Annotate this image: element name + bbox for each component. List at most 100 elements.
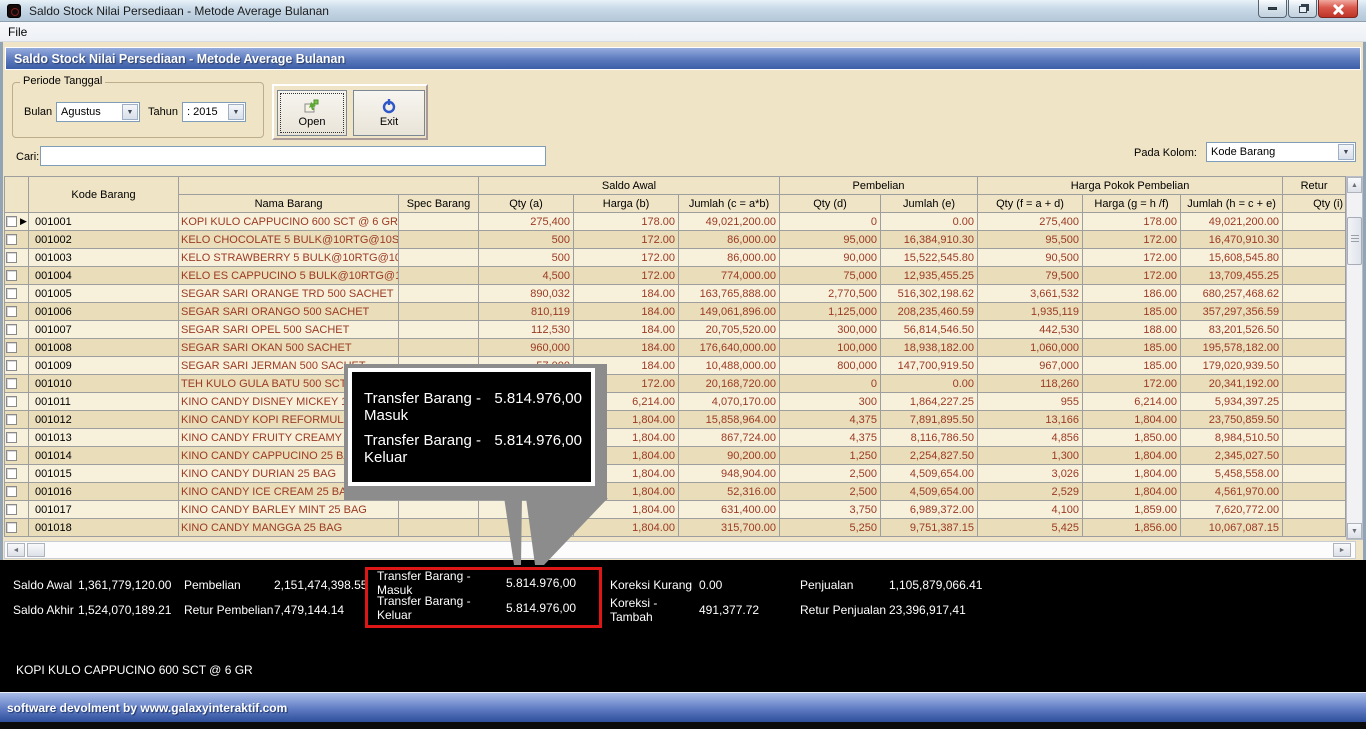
table-row[interactable]: 001013KINO CANDY FRUITY CREAMY 21,804.00… [5, 429, 1346, 447]
table-row[interactable]: 001006SEGAR SARI ORANGO 500 SACHET810,11… [5, 303, 1346, 321]
scroll-up-button[interactable]: ▲ [1347, 177, 1362, 193]
grid-cell: 1,856.00 [1083, 519, 1181, 537]
table-row[interactable]: 001009SEGAR SARI JERMAN 500 SACHET57,000… [5, 357, 1346, 375]
table-row[interactable]: 001010TEH KULO GULA BATU 500 SCT172.0020… [5, 375, 1346, 393]
pada-kolom-combobox[interactable]: Kode Barang ▼ [1206, 142, 1356, 162]
row-checkbox[interactable] [6, 432, 17, 443]
table-row[interactable]: 001011KINO CANDY DISNEY MICKEY 126,214.0… [5, 393, 1346, 411]
row-checkbox[interactable] [6, 378, 17, 389]
summary-item: Saldo Akhir1,524,070,189.21 [13, 597, 171, 622]
row-selector-cell[interactable] [5, 465, 29, 483]
summary-label: Retur Pembelian [184, 603, 274, 617]
row-selector-cell[interactable] [5, 393, 29, 411]
grid-cell: 6,989,372.00 [881, 501, 978, 519]
table-row[interactable]: 001018KINO CANDY MANGGA 25 BAG51,804.003… [5, 519, 1346, 537]
grid-cell: 001014 [29, 447, 179, 465]
form-header: Saldo Stock Nilai Persediaan - Metode Av… [5, 47, 1361, 70]
row-selector-cell[interactable] [5, 429, 29, 447]
row-selector-cell[interactable] [5, 483, 29, 501]
chevron-down-icon[interactable]: ▼ [1338, 144, 1354, 160]
col-header-jumlah-c: Jumlah (c = a*b) [679, 195, 780, 213]
row-selector-cell[interactable] [5, 267, 29, 285]
row-selector-cell[interactable] [5, 447, 29, 465]
table-row[interactable]: 001002KELO CHOCOLATE 5 BULK@10RTG@10SC50… [5, 231, 1346, 249]
row-checkbox[interactable] [6, 252, 17, 263]
table-row[interactable]: 001008SEGAR SARI OKAN 500 SACHET960,0001… [5, 339, 1346, 357]
table-row[interactable]: 001004KELO ES CAPPUCINO 5 BULK@10RTG@10S… [5, 267, 1346, 285]
chevron-down-icon[interactable]: ▼ [228, 104, 244, 120]
minimize-button[interactable] [1258, 0, 1287, 18]
table-row[interactable]: 001017KINO CANDY BARLEY MINT 25 BAG1,804… [5, 501, 1346, 519]
grid-cell: 172.00 [1083, 249, 1181, 267]
tahun-combobox[interactable]: : 2015 ▼ [182, 102, 246, 122]
grid-cell: 172.00 [1083, 267, 1181, 285]
grid-cell: 10,488,000.00 [679, 357, 780, 375]
horizontal-scroll-thumb[interactable] [27, 543, 45, 557]
row-checkbox[interactable] [6, 396, 17, 407]
row-checkbox[interactable] [6, 234, 17, 245]
open-button[interactable]: Open [277, 90, 347, 136]
bulan-combobox[interactable]: Agustus ▼ [56, 102, 140, 122]
grid-cell [399, 231, 479, 249]
grid-cell: SEGAR SARI OKAN 500 SACHET [179, 339, 399, 357]
row-checkbox[interactable] [6, 306, 17, 317]
row-selector-cell[interactable] [5, 375, 29, 393]
grid-column-header-row: Nama Barang Spec Barang Qty (a) Harga (b… [5, 195, 1346, 213]
scroll-down-button[interactable]: ▼ [1347, 523, 1362, 539]
scroll-right-button[interactable]: ► [1333, 543, 1351, 557]
grid-cell: 948,904.00 [679, 465, 780, 483]
row-selector-cell[interactable] [5, 285, 29, 303]
row-checkbox[interactable] [6, 360, 17, 371]
close-icon [1332, 3, 1344, 15]
menu-item-file[interactable]: File [0, 23, 35, 41]
table-row[interactable]: ▶001001KOPI KULO CAPPUCINO 600 SCT @ 6 G… [5, 213, 1346, 231]
table-row[interactable]: 001003KELO STRAWBERRY 5 BULK@10RTG@10SC5… [5, 249, 1346, 267]
row-selector-cell[interactable] [5, 249, 29, 267]
horizontal-scrollbar[interactable]: ◄ ► [4, 541, 1356, 559]
cari-input[interactable] [40, 146, 546, 166]
row-checkbox[interactable] [6, 486, 17, 497]
row-selector-cell[interactable] [5, 519, 29, 537]
exit-button[interactable]: Exit [353, 90, 425, 136]
row-selector-cell[interactable] [5, 411, 29, 429]
row-selector-cell[interactable] [5, 339, 29, 357]
summary-panel: Saldo Awal1,361,779,120.00Saldo Akhir1,5… [0, 560, 1366, 692]
vertical-scroll-thumb[interactable] [1347, 217, 1362, 265]
table-row[interactable]: 001015KINO CANDY DURIAN 25 BAG1,804.0094… [5, 465, 1346, 483]
col-header-jumlah-e: Jumlah (e) [881, 195, 978, 213]
exit-button-label: Exit [380, 116, 398, 128]
tooltip-line-masuk: Transfer Barang - Masuk 5.814.976,00 [364, 390, 582, 424]
row-checkbox[interactable] [6, 468, 17, 479]
col-header-kode-barang: Kode Barang [29, 177, 179, 213]
row-checkbox[interactable] [6, 324, 17, 335]
table-row[interactable]: 001005SEGAR SARI ORANGE TRD 500 SACHET89… [5, 285, 1346, 303]
chevron-down-icon[interactable]: ▼ [122, 104, 138, 120]
grid-cell [1283, 465, 1346, 483]
restore-button[interactable] [1288, 0, 1317, 18]
table-row[interactable]: 001012KINO CANDY KOPI REFORMULA1,804.001… [5, 411, 1346, 429]
row-selector-cell[interactable] [5, 501, 29, 519]
grid-cell: 1,300 [978, 447, 1083, 465]
row-selector-cell[interactable] [5, 321, 29, 339]
row-checkbox[interactable] [6, 504, 17, 515]
grid-cell [1283, 429, 1346, 447]
table-row[interactable]: 001007SEGAR SARI OPEL 500 SACHET112,5301… [5, 321, 1346, 339]
row-checkbox[interactable] [6, 522, 17, 533]
row-selector-cell[interactable] [5, 303, 29, 321]
vertical-scrollbar[interactable]: ▲ ▼ [1346, 176, 1363, 540]
row-selector-cell[interactable] [5, 357, 29, 375]
table-row[interactable]: 001016KINO CANDY ICE CREAM 25 BAG1,804.0… [5, 483, 1346, 501]
grid-cell: SEGAR SARI ORANGE TRD 500 SACHET [179, 285, 399, 303]
row-checkbox[interactable] [6, 342, 17, 353]
row-selector-cell[interactable]: ▶ [5, 213, 29, 231]
row-checkbox[interactable] [6, 414, 17, 425]
row-checkbox[interactable] [6, 288, 17, 299]
row-checkbox[interactable] [6, 270, 17, 281]
row-checkbox[interactable] [6, 450, 17, 461]
table-row[interactable]: 001014KINO CANDY CAPPUCINO 25 BA1,804.00… [5, 447, 1346, 465]
row-checkbox[interactable] [6, 216, 17, 227]
close-button[interactable] [1318, 0, 1358, 18]
row-selector-cell[interactable] [5, 231, 29, 249]
scroll-left-button[interactable]: ◄ [7, 543, 25, 557]
summary-value: 0.00 [699, 578, 722, 592]
